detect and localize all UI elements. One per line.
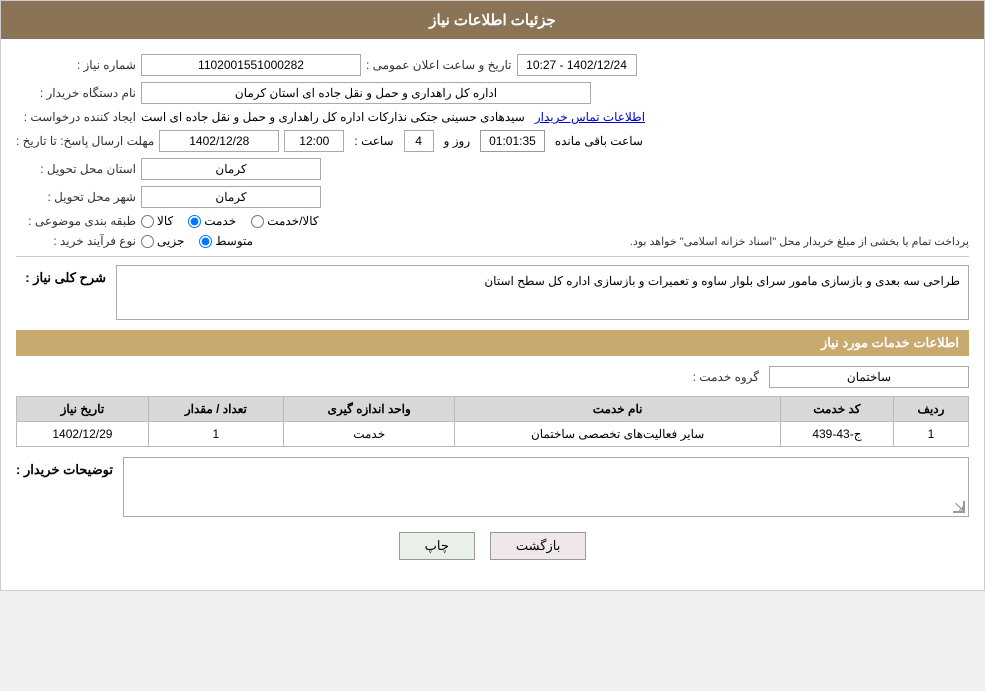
- category-option-kala-khedmat-label: کالا/خدمت: [267, 214, 318, 228]
- purchase-type-option-partial[interactable]: جزیی: [141, 234, 184, 248]
- buttons-row: بازگشت چاپ: [16, 532, 969, 575]
- category-option-kala[interactable]: کالا: [141, 214, 173, 228]
- purchase-type-option-medium[interactable]: متوسط: [199, 234, 253, 248]
- cell-date: 1402/12/29: [17, 422, 149, 447]
- buyer-notes-box[interactable]: ↘: [123, 457, 969, 517]
- creator-name: سیدهادی حسینی جتکی نذارکات اداره کل راهد…: [141, 110, 525, 124]
- deadline-label: مهلت ارسال پاسخ: تا تاریخ :: [16, 134, 154, 148]
- cell-name: سایر فعالیت‌های تخصصی ساختمان: [455, 422, 780, 447]
- col-code: کد خدمت: [780, 397, 893, 422]
- col-quantity: تعداد / مقدار: [148, 397, 283, 422]
- creator-link[interactable]: اطلاعات تماس خریدار: [535, 110, 645, 124]
- services-title-text: اطلاعات خدمات مورد نیاز: [821, 335, 959, 350]
- cell-code: ج-43-439: [780, 422, 893, 447]
- buyer-notes-section: ↘ توضیحات خریدار :: [16, 457, 969, 517]
- category-option-khedmat[interactable]: خدمت: [188, 214, 236, 228]
- services-table: ردیف کد خدمت نام خدمت واحد اندازه گیری ت…: [16, 396, 969, 447]
- general-desc-label: شرح کلی نیاز :: [16, 265, 106, 286]
- service-group-row: ساختمان گروه خدمت :: [16, 366, 969, 388]
- purchase-type-partial-label: جزیی: [157, 234, 184, 248]
- public-announcement-value: 1402/12/24 - 10:27: [517, 54, 637, 76]
- cell-unit: خدمت: [283, 422, 454, 447]
- category-radio-khedmat[interactable]: [188, 215, 201, 228]
- category-option-kala-khedmat[interactable]: کالا/خدمت: [251, 214, 318, 228]
- buyer-notes-label: توضیحات خریدار :: [16, 457, 113, 478]
- time-label: ساعت :: [354, 134, 393, 148]
- category-radio-kala-khedmat[interactable]: [251, 215, 264, 228]
- category-option-khedmat-label: خدمت: [204, 214, 236, 228]
- province-label: استان محل تحویل :: [16, 162, 136, 176]
- countdown-value: 01:01:35: [480, 130, 545, 152]
- creator-label: ایجاد کننده درخواست :: [16, 110, 136, 124]
- purchase-type-medium-label: متوسط: [215, 234, 253, 248]
- remaining-label: ساعت باقی مانده: [555, 134, 643, 148]
- cell-row: 1: [893, 422, 968, 447]
- table-header-row: ردیف کد خدمت نام خدمت واحد اندازه گیری ت…: [17, 397, 969, 422]
- print-button[interactable]: چاپ: [399, 532, 475, 560]
- cell-quantity: 1: [148, 422, 283, 447]
- back-button[interactable]: بازگشت: [490, 532, 586, 560]
- service-group-label: گروه خدمت :: [639, 370, 759, 384]
- purchase-type-radio-medium[interactable]: [199, 235, 212, 248]
- province-value: کرمان: [141, 158, 321, 180]
- deadline-time: 12:00: [284, 130, 344, 152]
- table-row: 1 ج-43-439 سایر فعالیت‌های تخصصی ساختمان…: [17, 422, 969, 447]
- general-desc-box: طراحی سه بعدی و بازسازی مامور سرای بلوار…: [116, 265, 969, 320]
- category-radio-kala[interactable]: [141, 215, 154, 228]
- category-option-kala-label: کالا: [157, 214, 173, 228]
- col-name: نام خدمت: [455, 397, 780, 422]
- category-label: طبقه بندی موضوعی :: [16, 214, 136, 228]
- buyer-org-value: اداره کل راهداری و حمل و نقل جاده ای است…: [141, 82, 591, 104]
- purchase-type-radio-partial[interactable]: [141, 235, 154, 248]
- services-section-title: اطلاعات خدمات مورد نیاز: [16, 330, 969, 356]
- public-announcement-label: تاریخ و ساعت اعلان عمومی :: [366, 58, 512, 72]
- need-number-label: شماره نیاز :: [16, 58, 136, 72]
- purchase-type-label: نوع فرآیند خرید :: [16, 234, 136, 248]
- deadline-date: 1402/12/28: [159, 130, 279, 152]
- general-desc-section: طراحی سه بعدی و بازسازی مامور سرای بلوار…: [16, 265, 969, 320]
- general-desc-content: طراحی سه بعدی و بازسازی مامور سرای بلوار…: [116, 265, 969, 320]
- divider-1: [16, 256, 969, 257]
- purchase-type-note: پرداخت تمام یا بخشی از مبلغ خریدار محل "…: [268, 235, 969, 248]
- buyer-org-label: نام دستگاه خریدار :: [16, 86, 136, 100]
- city-label: شهر محل تحویل :: [16, 190, 136, 204]
- city-value: کرمان: [141, 186, 321, 208]
- service-group-value: ساختمان: [769, 366, 969, 388]
- purchase-type-radio-group: متوسط جزیی: [141, 234, 253, 248]
- col-row: ردیف: [893, 397, 968, 422]
- col-date: تاریخ نیاز: [17, 397, 149, 422]
- page-title: جزئیات اطلاعات نیاز: [429, 12, 556, 29]
- need-number-value: 1102001551000282: [141, 54, 361, 76]
- deadline-days: 4: [404, 130, 434, 152]
- general-desc-text: طراحی سه بعدی و بازسازی مامور سرای بلوار…: [484, 274, 960, 288]
- days-label: روز و: [444, 134, 471, 148]
- page-header: جزئیات اطلاعات نیاز: [1, 1, 984, 39]
- category-radio-group: کالا/خدمت خدمت کالا: [141, 214, 319, 228]
- col-unit: واحد اندازه گیری: [283, 397, 454, 422]
